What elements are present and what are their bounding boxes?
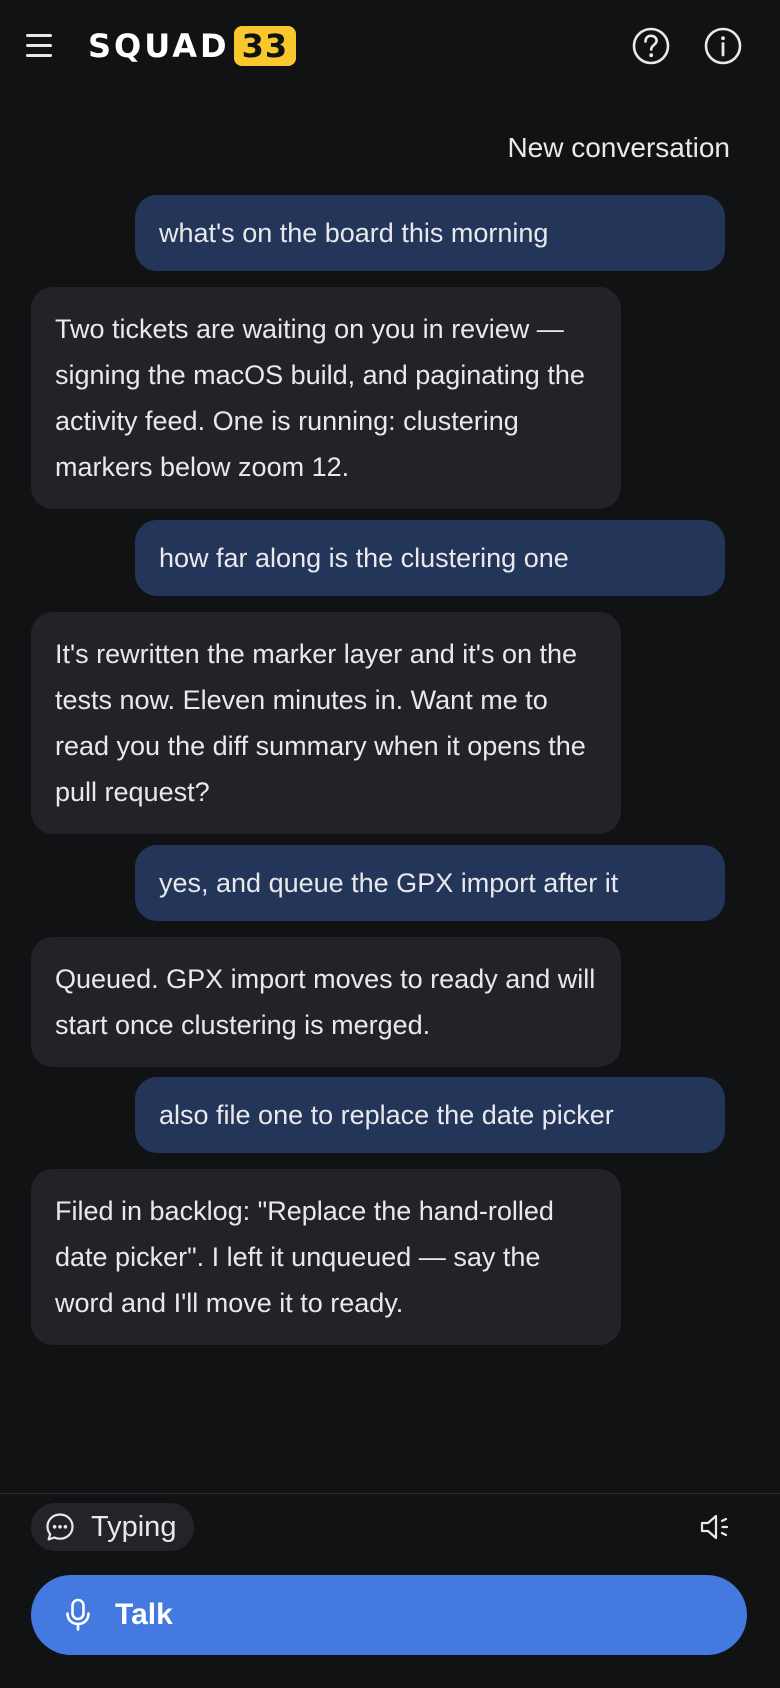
assistant-message: It's rewritten the marker layer and it's… bbox=[31, 612, 621, 834]
question-circle-icon bbox=[632, 27, 670, 65]
help-button[interactable] bbox=[631, 26, 671, 66]
typing-label: Typing bbox=[91, 1510, 177, 1543]
user-message: yes, and queue the GPX import after it bbox=[135, 845, 725, 921]
speaker-button[interactable] bbox=[699, 1512, 733, 1542]
assistant-message: Queued. GPX import moves to ready and wi… bbox=[31, 937, 621, 1067]
hamburger-menu-icon bbox=[26, 33, 52, 37]
footer-divider bbox=[0, 1493, 780, 1494]
assistant-message: Two tickets are waiting on you in review… bbox=[31, 287, 621, 509]
speaker-icon bbox=[700, 1514, 729, 1540]
app-header: SQUAD 33 bbox=[0, 0, 780, 92]
talk-label: Talk bbox=[115, 1598, 173, 1631]
new-conversation-button[interactable]: New conversation bbox=[507, 132, 730, 164]
microphone-icon bbox=[66, 1598, 90, 1631]
talk-button[interactable]: Talk bbox=[31, 1575, 747, 1655]
menu-button[interactable] bbox=[26, 30, 52, 60]
assistant-message: Filed in backlog: "Replace the hand-roll… bbox=[31, 1169, 621, 1345]
app-root: SQUAD 33 New conversation what's on the … bbox=[0, 0, 780, 1688]
app-logo: SQUAD 33 bbox=[88, 26, 297, 66]
logo-badge: 33 bbox=[233, 26, 297, 66]
user-message: how far along is the clustering one bbox=[135, 520, 725, 596]
user-message: what's on the board this morning bbox=[135, 195, 725, 271]
logo-text: SQUAD bbox=[88, 27, 230, 65]
user-message: also file one to replace the date picker bbox=[135, 1077, 725, 1153]
typing-mode-toggle[interactable]: Typing bbox=[31, 1503, 194, 1551]
chat-bubble-dots-icon bbox=[46, 1513, 74, 1541]
info-button[interactable] bbox=[703, 26, 743, 66]
info-circle-icon bbox=[704, 27, 742, 65]
